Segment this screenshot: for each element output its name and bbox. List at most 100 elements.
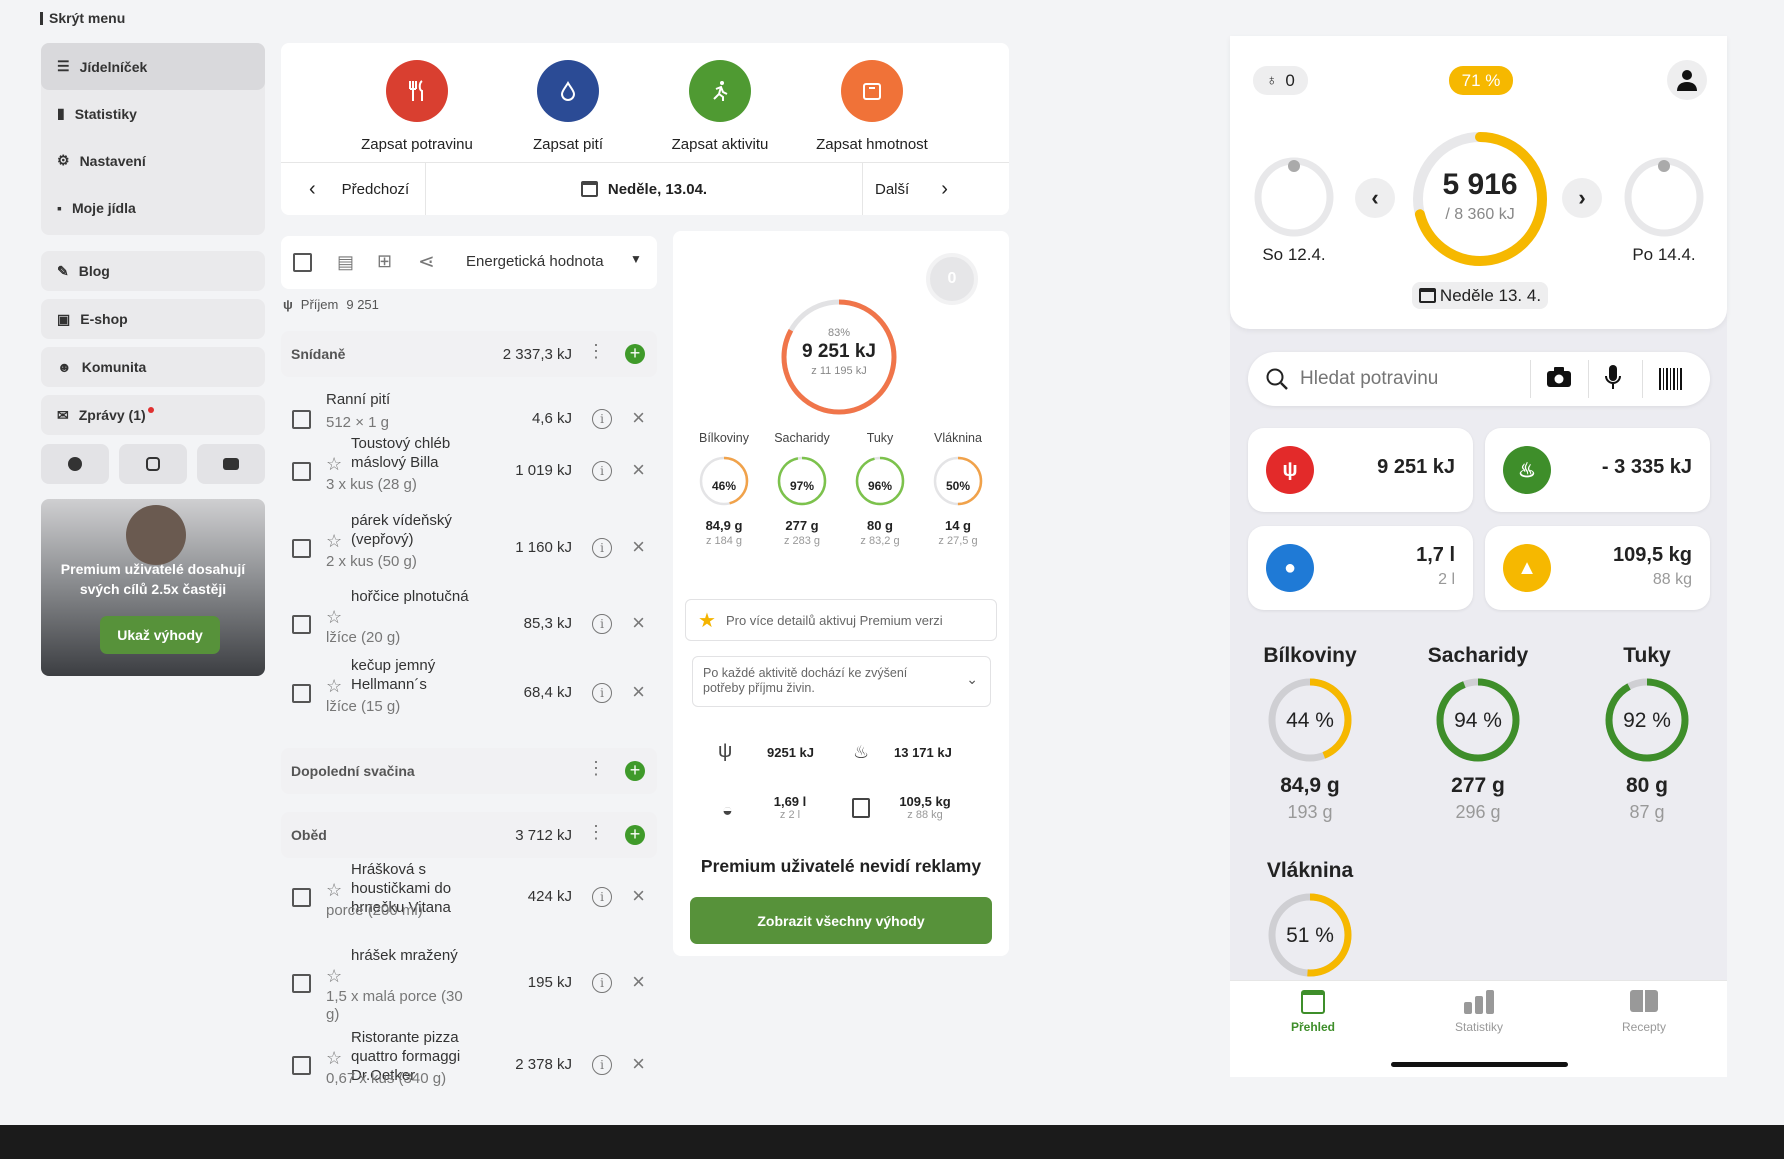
info-icon[interactable]: i — [592, 887, 612, 907]
nav-item-community[interactable]: ☻ Komunita — [41, 347, 265, 387]
today-date-pill[interactable]: Neděle 13. 4. — [1412, 282, 1548, 309]
star-outline-icon[interactable]: ☆ — [326, 880, 342, 901]
stat-water: 1,69 lz 2 l — [750, 794, 830, 821]
share-icon[interactable]: ⋖ — [418, 249, 435, 274]
food-row[interactable]: ☆ párek vídeňský (vepřový) 2 x kus (50 g) 1… — [281, 511, 657, 581]
info-icon[interactable]: i — [592, 973, 612, 993]
add-food-plus-icon[interactable]: + — [625, 825, 645, 845]
nav-item-stats[interactable]: ▮ Statistiky — [41, 90, 265, 137]
summary-tile[interactable]: ▲ 109,5 kg 88 kg — [1485, 526, 1710, 610]
summary-tile[interactable]: ● 1,7 l 2 l — [1248, 526, 1473, 610]
prev-day-button[interactable]: ‹ — [1355, 178, 1395, 218]
food-checkbox[interactable] — [292, 462, 311, 481]
food-row[interactable]: ☆ hořčice plnotučná lžíce (20 g) 85,3 kJ i × — [281, 587, 657, 657]
nav-item-blog[interactable]: ✎ Blog — [41, 251, 265, 291]
premium-hint[interactable]: ★ Pro více detailů aktivuj Premium verzi — [685, 599, 997, 641]
log-drink-button[interactable]: Zapsat pití — [508, 60, 628, 153]
info-icon[interactable]: i — [592, 614, 612, 634]
summary-tile[interactable]: ♨ - 3 335 kJ — [1485, 428, 1710, 512]
star-outline-icon[interactable]: ☆ — [326, 531, 342, 552]
tab-statistics[interactable]: Statistiky — [1436, 990, 1522, 1034]
add-food-plus-icon[interactable]: + — [625, 761, 645, 781]
more-menu-icon[interactable]: ⋮ — [587, 822, 605, 843]
macos-dock — [0, 1125, 1784, 1159]
achievement-badge[interactable]: 0 — [926, 253, 978, 305]
meal-title: Oběd — [291, 827, 327, 843]
food-checkbox[interactable] — [292, 974, 311, 993]
log-activity-button[interactable]: Zapsat aktivitu — [660, 60, 780, 153]
badge-count: 0 — [1285, 70, 1295, 90]
food-row[interactable]: ☆ Hrášková s houstičkami do hrnečku Vitan… — [281, 860, 657, 930]
next-day-ring[interactable] — [1623, 156, 1705, 238]
prev-day-button[interactable]: ‹ Předchozí — [281, 163, 426, 215]
log-weight-button[interactable]: Zapsat hmotnost — [812, 60, 932, 153]
more-menu-icon[interactable]: ⋮ — [587, 758, 605, 779]
date-picker[interactable]: Neděle, 13.04. — [426, 163, 863, 215]
food-checkbox[interactable] — [292, 1056, 311, 1075]
remove-icon[interactable]: × — [632, 681, 645, 703]
show-benefits-button[interactable]: Ukaž výhody — [100, 616, 220, 654]
info-icon[interactable]: i — [592, 538, 612, 558]
tile-goal: 88 kg — [1652, 571, 1692, 588]
prev-day-ring[interactable] — [1253, 156, 1335, 238]
food-row[interactable]: ☆ kečup jemný Hellmann´s lžíce (15 g) 68,4 … — [281, 656, 657, 726]
next-day-button[interactable]: Další › — [863, 163, 1009, 215]
flame-icon: ♨ — [1503, 446, 1551, 494]
activity-note-text: Po každé aktivitě dochází ke zvýšení pot… — [703, 666, 908, 695]
food-row[interactable]: ☆ hrášek mražený 1,5 x malá porce (30 g) 19… — [281, 946, 657, 1023]
food-checkbox[interactable] — [292, 410, 311, 429]
remove-icon[interactable]: × — [632, 1053, 645, 1075]
activity-note[interactable]: Po každé aktivitě dochází ke zvýšení pot… — [692, 656, 991, 707]
info-icon[interactable]: i — [592, 461, 612, 481]
remove-icon[interactable]: × — [632, 612, 645, 634]
next-day-button[interactable]: › — [1562, 178, 1602, 218]
log-food-button[interactable]: Zapsat potravinu — [357, 60, 477, 153]
profile-button[interactable] — [1667, 60, 1707, 100]
nav-item-eshop[interactable]: ▣ E-shop — [41, 299, 265, 339]
food-checkbox[interactable] — [292, 684, 311, 703]
facebook-button[interactable] — [41, 444, 109, 484]
barcode-icon[interactable] — [1659, 368, 1683, 390]
add-food-plus-icon[interactable]: + — [625, 344, 645, 364]
nav-item-messages[interactable]: ✉ Zprávy (1) — [41, 395, 265, 435]
nav-item-my-meals[interactable]: ▪ Moje jídla — [41, 184, 265, 231]
star-outline-icon[interactable]: ☆ — [326, 676, 342, 697]
hide-menu-toggle[interactable]: Skrýt menu — [40, 10, 125, 26]
food-name: Toustový chléb máslový Billa — [351, 435, 451, 471]
food-energy: 4,6 kJ — [531, 410, 572, 427]
nav-item-settings[interactable]: ⚙ Nastavení — [41, 137, 265, 184]
select-all-checkbox[interactable] — [293, 253, 312, 272]
remove-icon[interactable]: × — [632, 459, 645, 481]
food-row[interactable]: ☆ Ristorante pizza quattro formaggi Dr.Oe… — [281, 1028, 657, 1098]
archive-icon[interactable]: ▤ — [337, 252, 354, 273]
camera-icon[interactable] — [1546, 366, 1572, 388]
search-input[interactable] — [1300, 364, 1490, 394]
nutrient-dropdown[interactable]: Energetická hodnota — [466, 253, 604, 270]
food-checkbox[interactable] — [292, 888, 311, 907]
youtube-button[interactable] — [197, 444, 265, 484]
food-checkbox[interactable] — [292, 539, 311, 558]
more-menu-icon[interactable]: ⋮ — [587, 341, 605, 362]
badges-pill[interactable]: ♁ 0 — [1253, 66, 1308, 95]
tab-overview[interactable]: Přehled — [1270, 990, 1356, 1034]
tab-recipes[interactable]: Recepty — [1601, 990, 1687, 1034]
food-row[interactable]: ☆ Toustový chléb máslový Billa 3 x kus (28… — [281, 434, 657, 504]
remove-icon[interactable]: × — [632, 971, 645, 993]
instagram-button[interactable] — [119, 444, 187, 484]
show-all-benefits-button[interactable]: Zobrazit všechny výhody — [690, 897, 992, 944]
summary-tile[interactable]: ψ 9 251 kJ — [1248, 428, 1473, 512]
star-outline-icon[interactable]: ☆ — [326, 966, 342, 987]
star-outline-icon[interactable]: ☆ — [326, 1048, 342, 1069]
microphone-icon[interactable] — [1604, 364, 1622, 397]
info-icon[interactable]: i — [592, 409, 612, 429]
remove-icon[interactable]: × — [632, 407, 645, 429]
star-outline-icon[interactable]: ☆ — [326, 454, 342, 475]
nav-item-diary[interactable]: ☰ Jídelníček — [41, 43, 265, 90]
remove-icon[interactable]: × — [632, 885, 645, 907]
food-checkbox[interactable] — [292, 615, 311, 634]
info-icon[interactable]: i — [592, 683, 612, 703]
info-icon[interactable]: i — [592, 1055, 612, 1075]
add-document-icon[interactable]: ⊞ — [377, 251, 392, 272]
remove-icon[interactable]: × — [632, 536, 645, 558]
star-outline-icon[interactable]: ☆ — [326, 607, 342, 628]
